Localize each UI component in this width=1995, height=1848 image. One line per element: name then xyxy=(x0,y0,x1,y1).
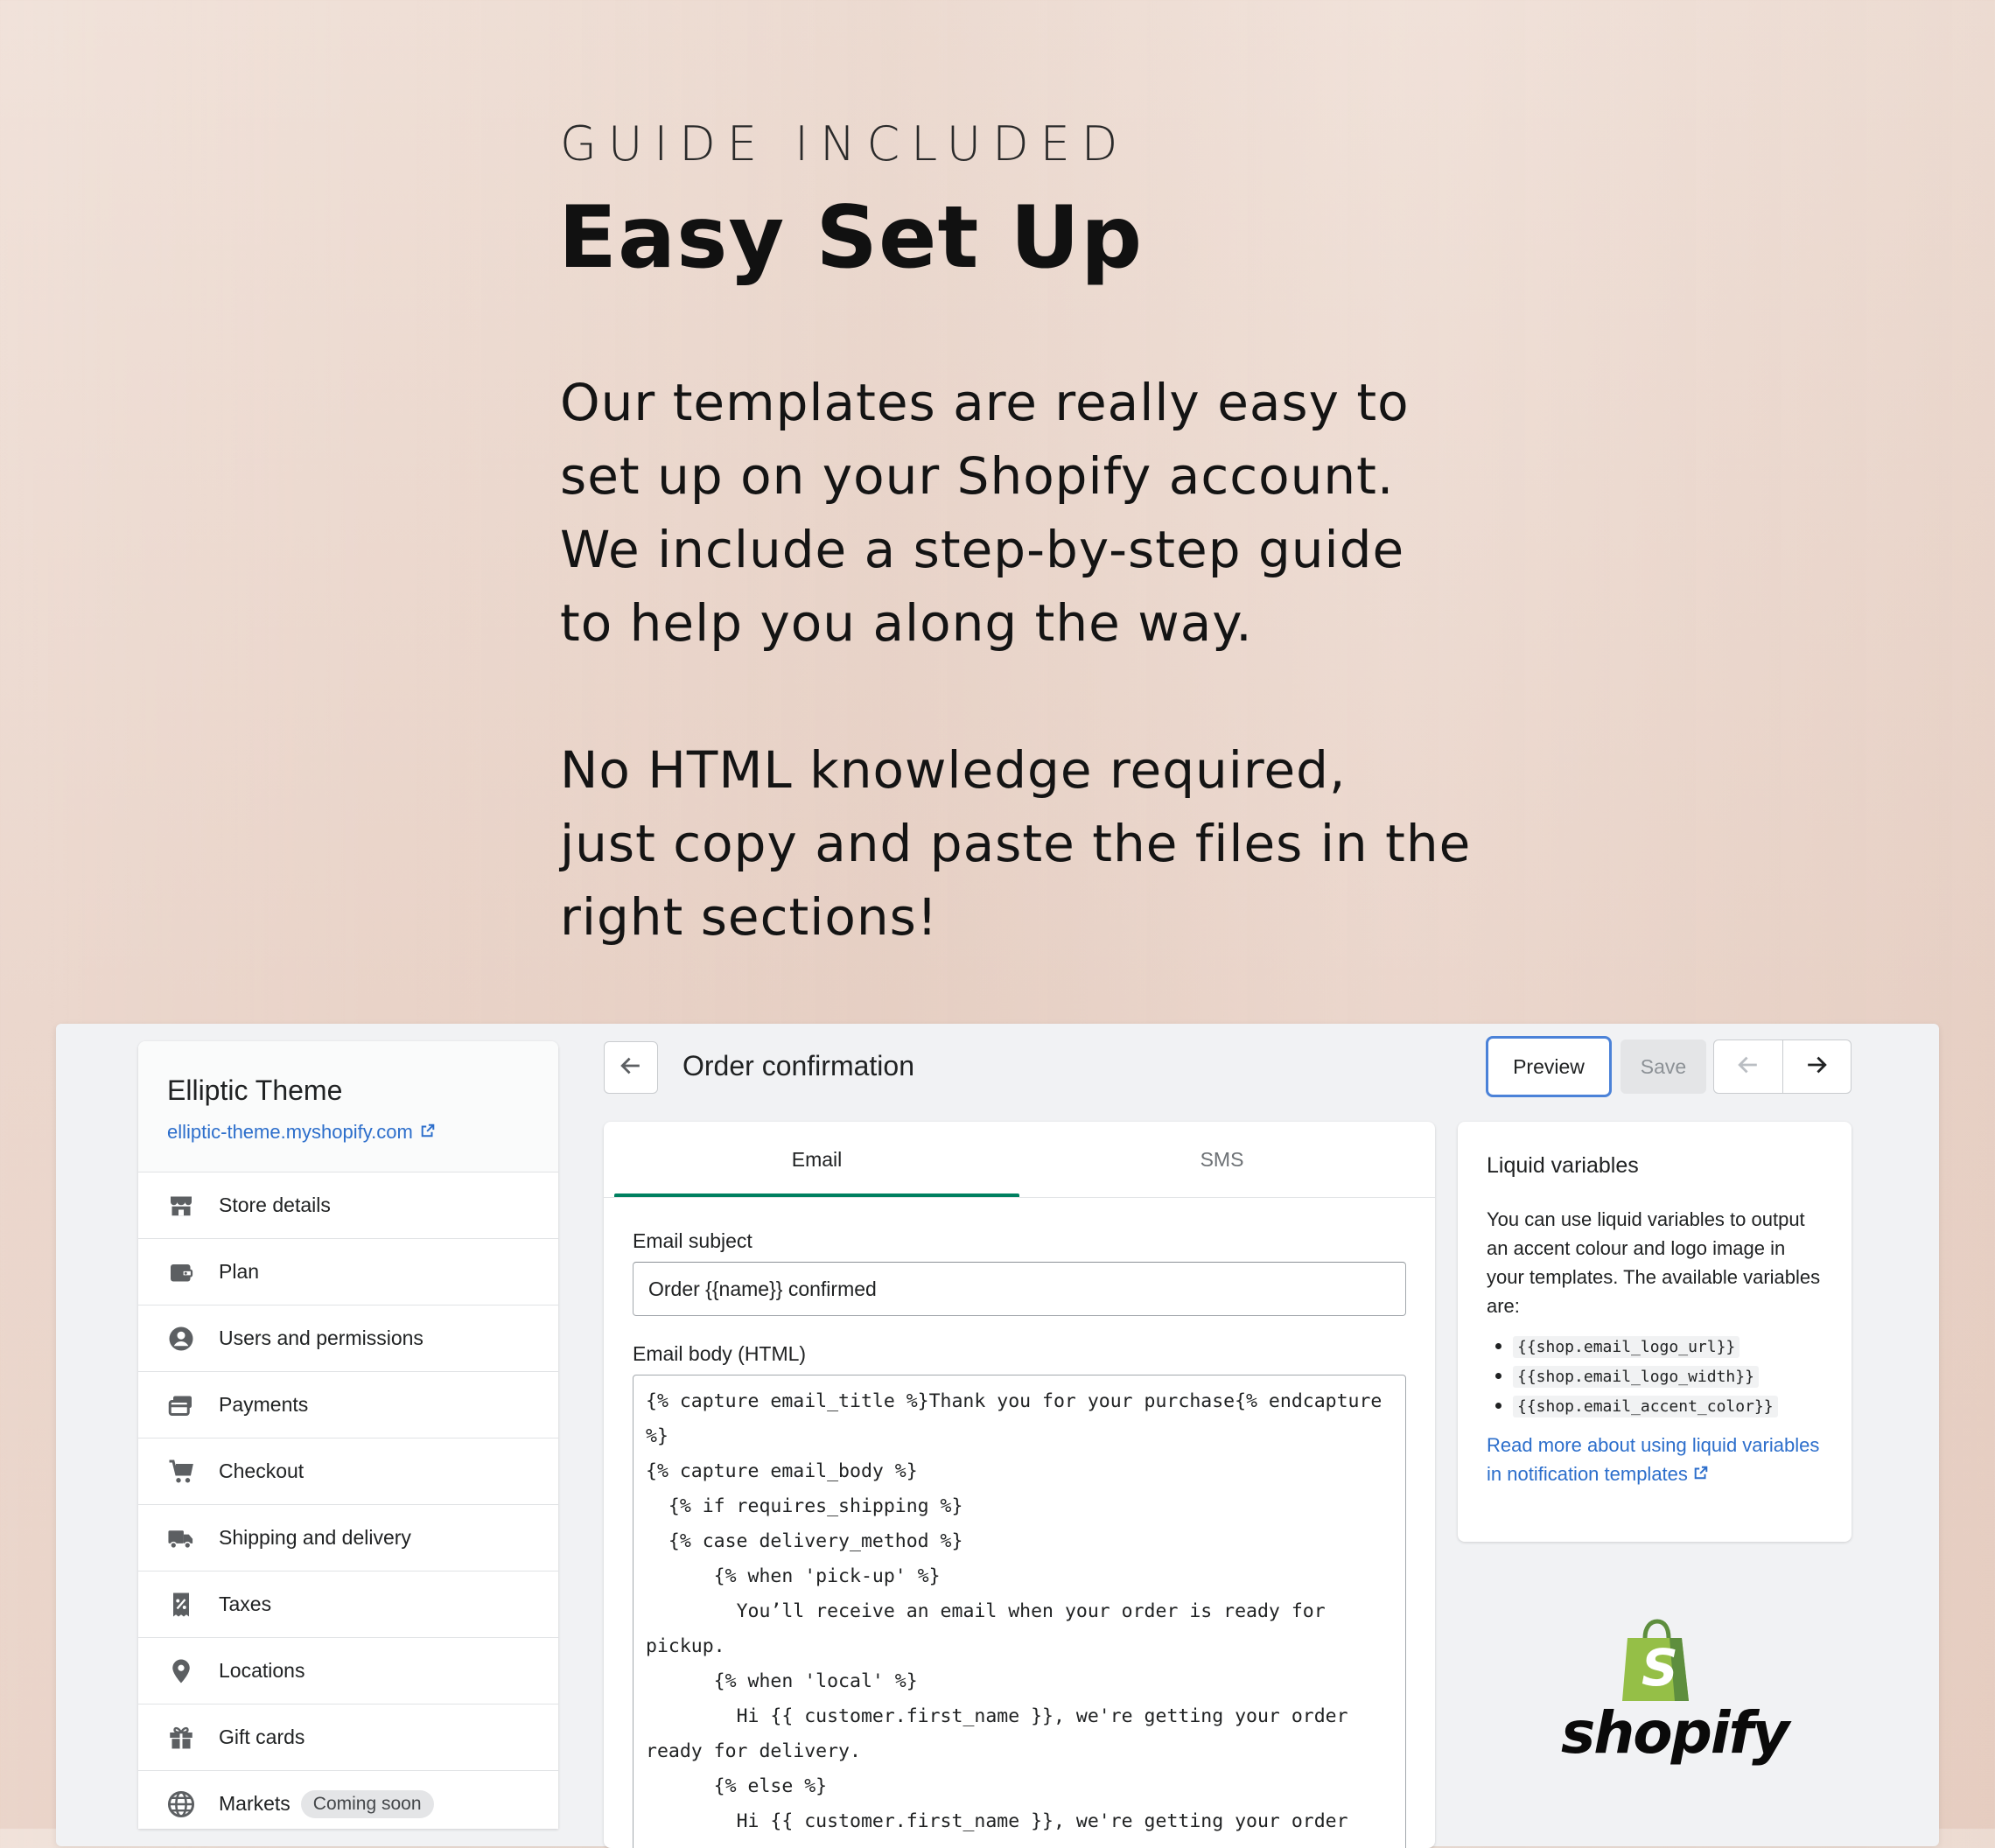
tax-receipt-icon xyxy=(166,1590,196,1620)
sidebar-item-gift-cards[interactable]: Gift cards xyxy=(138,1704,558,1771)
admin-window: Elliptic Theme elliptic-theme.myshopify.… xyxy=(56,1024,1939,1848)
liquid-variables-card: Liquid variables You can use liquid vari… xyxy=(1458,1122,1852,1542)
liquid-variables-description: You can use liquid variables to output a… xyxy=(1487,1208,1821,1317)
sidebar-item-checkout[interactable]: Checkout xyxy=(138,1438,558,1505)
list-item: {{shop.email_logo_url}} xyxy=(1513,1334,1823,1358)
liquid-docs-link[interactable]: Read more about using liquid variables i… xyxy=(1487,1431,1823,1488)
liquid-variables-title: Liquid variables xyxy=(1487,1153,1639,1178)
back-button[interactable] xyxy=(604,1041,658,1094)
globe-icon xyxy=(166,1789,196,1819)
note-line: just copy and paste the files in the xyxy=(560,814,1472,873)
sidebar-item-taxes[interactable]: Taxes xyxy=(138,1572,558,1638)
preview-button[interactable]: Preview xyxy=(1486,1036,1612,1097)
sidebar-item-label: Payments xyxy=(219,1393,309,1416)
channel-tabs: Email SMS xyxy=(604,1122,1435,1198)
save-button[interactable]: Save xyxy=(1620,1040,1706,1094)
email-body-textarea[interactable]: {% capture email_title %}Thank you for y… xyxy=(633,1375,1406,1848)
coming-soon-badge: Coming soon xyxy=(300,1789,434,1818)
sidebar-item-label: Locations xyxy=(219,1659,305,1682)
sidebar-item-payments[interactable]: Payments xyxy=(138,1372,558,1438)
tab-sms[interactable]: SMS xyxy=(1019,1122,1424,1197)
email-body-label: Email body (HTML) xyxy=(633,1342,807,1365)
sidebar-item-label: Shipping and delivery xyxy=(219,1526,411,1549)
sidebar-item-locations[interactable]: Locations xyxy=(138,1638,558,1704)
shopify-wordmark: shopify xyxy=(1561,1699,1789,1767)
store-url-link[interactable]: elliptic-theme.myshopify.com xyxy=(167,1121,558,1144)
sidebar-item-markets[interactable]: Markets Coming soon xyxy=(138,1771,558,1829)
wallet-icon xyxy=(166,1257,196,1287)
sidebar-item-label: Store details xyxy=(219,1194,331,1216)
store-header: Elliptic Theme elliptic-theme.myshopify.… xyxy=(138,1041,558,1172)
external-link-icon xyxy=(420,1121,436,1144)
shopify-logo: S shopify xyxy=(1561,1619,1789,1776)
truck-icon xyxy=(166,1523,196,1553)
eyebrow-text: GUIDE INCLUDED xyxy=(560,116,1130,172)
email-editor-card: Email SMS Email subject Order {{name}} c… xyxy=(604,1122,1435,1848)
payment-card-icon xyxy=(166,1390,196,1420)
variable-code: {{shop.email_accent_color}} xyxy=(1513,1396,1778,1418)
tab-email[interactable]: Email xyxy=(614,1122,1019,1197)
liquid-docs-link-text[interactable]: Read more about using liquid variables i… xyxy=(1487,1434,1819,1485)
sidebar-item-label: Taxes xyxy=(219,1592,272,1615)
store-url-text[interactable]: elliptic-theme.myshopify.com xyxy=(167,1121,413,1144)
store-name: Elliptic Theme xyxy=(167,1074,343,1106)
gift-icon xyxy=(166,1723,196,1753)
email-subject-label: Email subject xyxy=(633,1229,752,1252)
pagination xyxy=(1713,1040,1852,1094)
cart-icon xyxy=(166,1457,196,1487)
arrow-left-icon xyxy=(619,1054,643,1082)
note-line: No HTML knowledge required, xyxy=(560,740,1347,800)
arrow-left-icon xyxy=(1736,1053,1760,1082)
store-icon xyxy=(166,1191,196,1221)
next-page-button[interactable] xyxy=(1782,1040,1852,1093)
sidebar-item-label: Checkout xyxy=(219,1460,304,1482)
note-paragraph: No HTML knowledge required, just copy an… xyxy=(560,733,1522,954)
external-link-icon xyxy=(1693,1463,1709,1485)
previous-page-button[interactable] xyxy=(1714,1040,1782,1093)
arrow-right-icon xyxy=(1804,1053,1829,1082)
variable-code: {{shop.email_logo_url}} xyxy=(1513,1336,1740,1358)
email-subject-input[interactable]: Order {{name}} confirmed xyxy=(633,1262,1406,1316)
headline: Easy Set Up xyxy=(558,188,1144,288)
sidebar-item-users[interactable]: Users and permissions xyxy=(138,1306,558,1372)
sidebar-item-label: Gift cards xyxy=(219,1726,305,1748)
intro-line: set up on your Shopify account. xyxy=(560,446,1395,506)
sidebar-item-shipping[interactable]: Shipping and delivery xyxy=(138,1505,558,1572)
list-item: {{shop.email_accent_color}} xyxy=(1513,1394,1823,1418)
sidebar-item-plan[interactable]: Plan xyxy=(138,1239,558,1306)
sidebar-item-label: Markets xyxy=(219,1792,290,1815)
user-circle-icon xyxy=(166,1324,196,1354)
intro-line: Our templates are really easy to xyxy=(560,373,1410,432)
intro-line: to help you along the way. xyxy=(560,593,1253,653)
shopify-bag-letter: S xyxy=(1642,1638,1678,1698)
list-item: {{shop.email_logo_width}} xyxy=(1513,1364,1823,1388)
sidebar-item-store-details[interactable]: Store details xyxy=(138,1172,558,1239)
sidebar-item-label: Users and permissions xyxy=(219,1326,424,1349)
location-pin-icon xyxy=(166,1656,196,1686)
variable-code: {{shop.email_logo_width}} xyxy=(1513,1366,1759,1388)
intro-paragraph: Our templates are really easy to set up … xyxy=(560,366,1522,660)
page-title: Order confirmation xyxy=(682,1050,914,1082)
sidebar-item-label: Plan xyxy=(219,1260,260,1283)
settings-sidebar: Elliptic Theme elliptic-theme.myshopify.… xyxy=(138,1041,558,1829)
intro-line: We include a step-by-step guide xyxy=(560,520,1405,579)
liquid-variables-list: {{shop.email_logo_url}} {{shop.email_log… xyxy=(1487,1334,1823,1418)
note-line: right sections! xyxy=(560,887,939,947)
hero-section: GUIDE INCLUDED Easy Set Up Our templates… xyxy=(558,114,1522,954)
